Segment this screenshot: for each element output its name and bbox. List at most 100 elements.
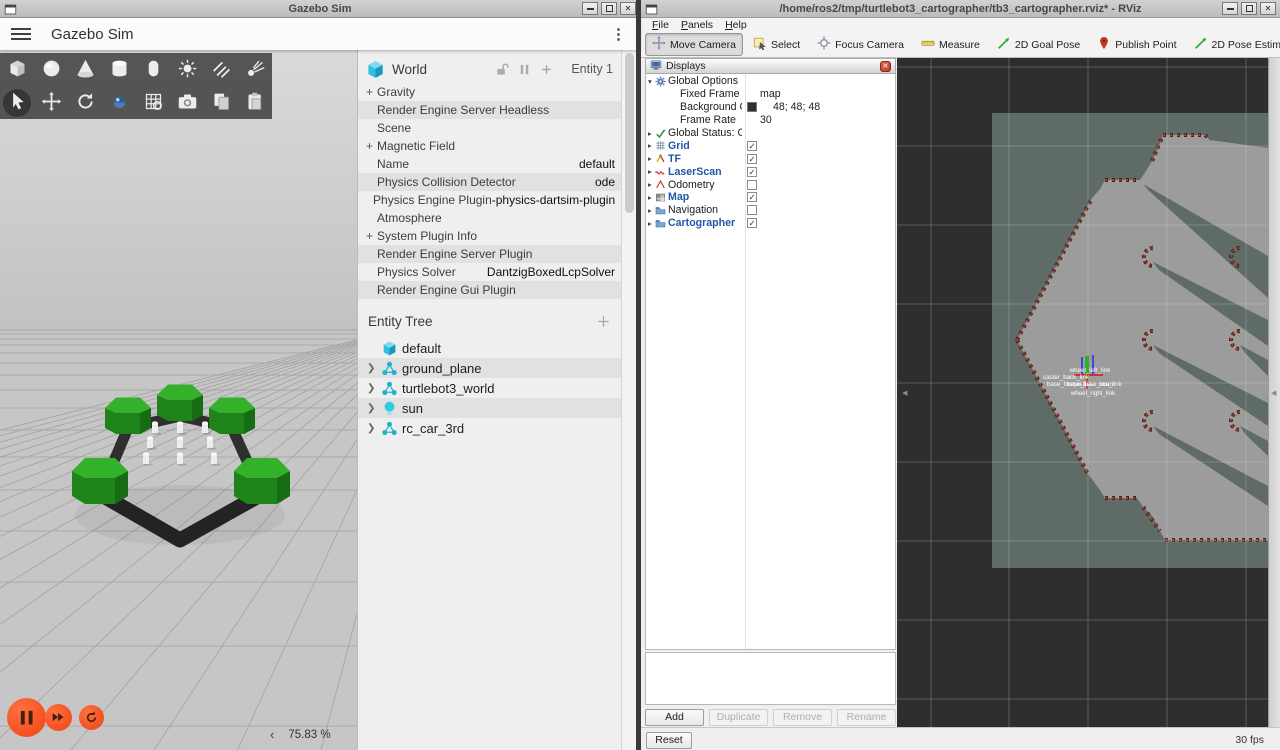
display-row[interactable]: Background Colo 48; 48; 48 <box>646 101 895 114</box>
lock-icon[interactable] <box>495 62 510 77</box>
property-row[interactable]: + System Plugin Info <box>358 227 621 245</box>
expand-plus-icon[interactable]: + <box>366 229 377 243</box>
hamburger-menu-icon[interactable] <box>11 25 31 43</box>
display-value[interactable]: 48; 48; 48 <box>773 101 820 113</box>
tool-button[interactable]: Measure <box>914 33 987 56</box>
close-icon[interactable]: ✕ <box>620 2 636 15</box>
displays-header[interactable]: Displays ✕ <box>645 58 896 74</box>
property-row[interactable]: + Scene <box>358 119 621 137</box>
display-row[interactable]: Odometry <box>646 178 895 191</box>
entity-row[interactable]: ❯ sun <box>358 398 621 418</box>
property-row[interactable]: + Physics Collision Detector ode <box>358 173 621 191</box>
entity-tree-add-icon[interactable] <box>596 314 611 329</box>
display-checkbox[interactable] <box>747 179 757 190</box>
tool-button[interactable]: Focus Camera <box>810 33 911 56</box>
maximize-icon[interactable] <box>601 2 617 15</box>
rviz-titlebar[interactable]: /home/ros2/tmp/turtlebot3_cartographer/t… <box>641 0 1280 18</box>
expander-icon[interactable] <box>646 219 655 228</box>
chevron-right-icon[interactable]: ❯ <box>367 403 377 414</box>
views-panel-strip[interactable]: ◀ <box>1268 58 1280 727</box>
chevron-right-icon[interactable]: ❯ <box>367 383 377 394</box>
expand-plus-icon[interactable]: + <box>366 139 377 153</box>
minimize-icon[interactable] <box>582 2 598 15</box>
property-row[interactable]: + Render Engine Server Plugin <box>358 245 621 263</box>
property-row[interactable]: + Render Engine Server Headless <box>358 101 621 119</box>
entity-row[interactable]: ❯ ground_plane <box>358 358 621 378</box>
pause-button[interactable] <box>7 698 46 737</box>
expander-icon[interactable] <box>646 180 655 189</box>
entity-row[interactable]: ❯ turtlebot3_world <box>358 378 621 398</box>
expander-icon[interactable] <box>646 141 655 150</box>
chevron-right-icon[interactable]: ❯ <box>367 423 377 434</box>
entity-row[interactable]: ❯ rc_car_3rd <box>358 418 621 438</box>
menu-item[interactable]: Panels <box>675 19 719 31</box>
display-value[interactable]: 30 <box>760 114 772 126</box>
property-row[interactable]: + Atmosphere <box>358 209 621 227</box>
color-swatch[interactable] <box>747 102 757 113</box>
tool-button[interactable]: Publish Point <box>1090 33 1183 56</box>
display-action-button[interactable]: Duplicate <box>709 709 768 726</box>
display-action-button[interactable]: Rename <box>837 709 896 726</box>
expander-icon[interactable] <box>646 77 655 86</box>
display-row[interactable]: Map <box>646 191 895 204</box>
display-action-button[interactable]: Remove <box>773 709 832 726</box>
property-row[interactable]: + Magnetic Field <box>358 137 621 155</box>
display-row[interactable]: Navigation <box>646 204 895 217</box>
panel-scrollbar[interactable] <box>621 50 637 750</box>
property-row[interactable]: + Render Engine Gui Plugin <box>358 281 621 299</box>
display-row[interactable]: Cartographer <box>646 217 895 230</box>
minimize-icon[interactable] <box>1222 2 1238 15</box>
expand-plus-icon[interactable]: + <box>366 85 377 99</box>
expander-icon[interactable] <box>646 167 655 176</box>
display-row[interactable]: Global Status: O <box>646 127 895 140</box>
display-checkbox[interactable] <box>747 166 757 177</box>
collapse-right-icon[interactable]: ◀ <box>1271 389 1276 397</box>
display-value[interactable]: map <box>760 88 781 100</box>
chevron-right-icon[interactable]: ❯ <box>367 363 377 374</box>
menu-item[interactable]: File <box>646 19 675 31</box>
display-row[interactable]: Frame Rate 30 <box>646 114 895 127</box>
display-checkbox[interactable] <box>747 192 757 203</box>
expander-icon[interactable] <box>646 193 655 202</box>
gazebo-titlebar[interactable]: Gazebo Sim ✕ <box>0 0 640 18</box>
kebab-menu-icon[interactable]: ⋮ <box>611 25 626 43</box>
tool-button[interactable]: 2D Goal Pose <box>990 33 1087 56</box>
rtf-expand-icon[interactable]: ‹ <box>270 727 274 742</box>
property-row[interactable]: + Gravity <box>358 83 621 101</box>
collapse-left-icon[interactable]: ◀ <box>902 389 907 397</box>
display-checkbox[interactable] <box>747 218 757 229</box>
expander-icon[interactable] <box>646 129 655 138</box>
rviz-3d-view[interactable]: wheel_left_link caster_back_link base_fo… <box>897 58 1268 727</box>
panel-close-icon[interactable]: ✕ <box>880 60 891 72</box>
display-row[interactable]: Fixed Frame map <box>646 88 895 101</box>
display-row[interactable]: LaserScan <box>646 165 895 178</box>
tool-button[interactable]: Select <box>746 33 807 56</box>
reset-sim-button[interactable] <box>79 705 104 730</box>
property-row[interactable]: + Name default <box>358 155 621 173</box>
scrollbar-thumb[interactable] <box>625 53 634 213</box>
step-forward-button[interactable] <box>45 704 72 731</box>
entity-row[interactable]: ❯ default <box>358 338 621 358</box>
tool-button[interactable]: Move Camera <box>645 33 743 56</box>
maximize-icon[interactable] <box>1241 2 1257 15</box>
property-row[interactable]: + Physics Solver DantzigBoxedLcpSolver <box>358 263 621 281</box>
expander-icon[interactable] <box>646 154 655 163</box>
add-entity-icon[interactable] <box>539 62 554 77</box>
display-row[interactable]: Grid <box>646 139 895 152</box>
display-action-button[interactable]: Add <box>645 709 704 726</box>
pause-updates-icon[interactable] <box>517 62 532 77</box>
display-row[interactable]: Global Options <box>646 75 895 88</box>
expander-icon[interactable] <box>646 206 655 215</box>
tool-button[interactable]: 2D Pose Estimate <box>1187 33 1280 56</box>
display-checkbox[interactable] <box>747 205 757 216</box>
close-icon[interactable]: ✕ <box>1260 2 1276 15</box>
box-icon <box>7 58 28 82</box>
tool-label: Move Camera <box>670 38 736 51</box>
gazebo-3d-viewport[interactable]: ‹ 75.83 % <box>0 50 357 750</box>
reset-button[interactable]: Reset <box>646 732 692 749</box>
menu-item[interactable]: Help <box>719 19 753 31</box>
display-checkbox[interactable] <box>747 140 757 151</box>
property-row[interactable]: + Physics Engine Plugin -physics-dartsim… <box>358 191 621 209</box>
display-row[interactable]: TF <box>646 152 895 165</box>
display-checkbox[interactable] <box>747 153 757 164</box>
